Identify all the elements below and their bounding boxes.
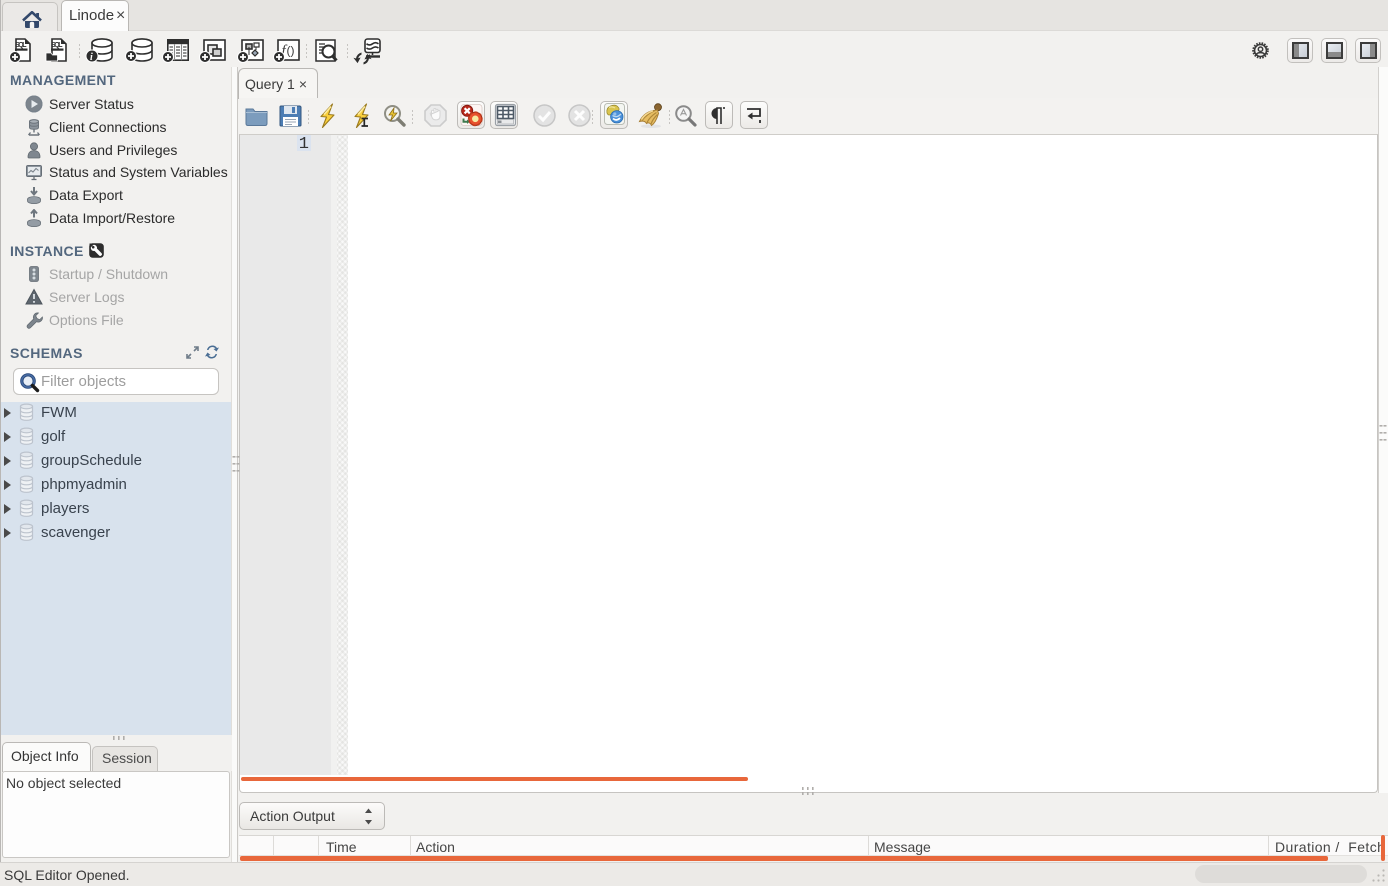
svg-text:i: i xyxy=(90,52,93,63)
svg-text:SQL: SQL xyxy=(51,42,63,49)
svg-text:(): () xyxy=(287,44,295,58)
svg-text:SQL: SQL xyxy=(15,42,27,49)
